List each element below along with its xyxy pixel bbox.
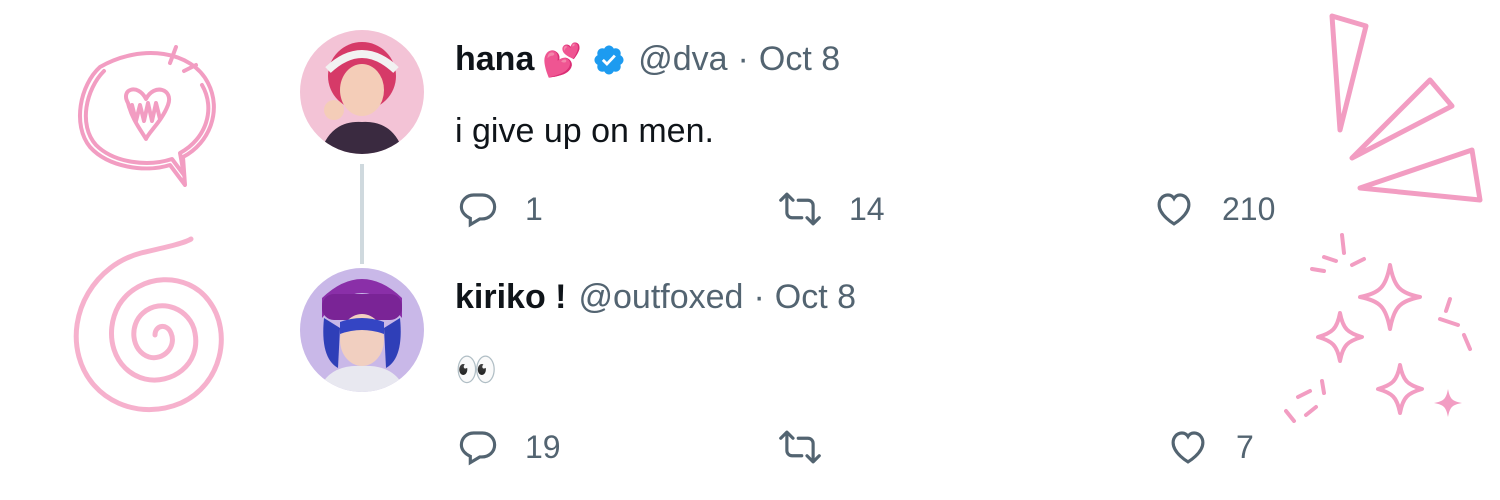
tweet-text: i give up on men.	[455, 112, 714, 150]
like-button[interactable]: 7	[1166, 426, 1254, 468]
emphasis-lines-doodle	[1329, 13, 1483, 203]
tweet-2[interactable]: kiriko ! @outfoxed · Oct 8 👀 19 7	[300, 268, 1300, 478]
like-icon	[1171, 431, 1205, 464]
timestamp[interactable]: Oct 8	[775, 278, 856, 317]
separator-dot: ·	[753, 278, 765, 316]
name-emoji: 💕	[542, 41, 583, 78]
retweet-icon	[779, 192, 821, 226]
avatar-kiriko[interactable]	[300, 268, 424, 392]
reply-count: 19	[525, 428, 561, 465]
retweet-icon	[779, 430, 821, 464]
heart-speech-bubble-doodle	[77, 45, 216, 187]
spiral-doodle	[73, 236, 224, 413]
retweet-count: 14	[849, 190, 885, 227]
handle[interactable]: @dva	[638, 40, 727, 79]
avatar-hana[interactable]	[300, 30, 424, 154]
display-name[interactable]: kiriko !	[455, 278, 566, 317]
like-count: 7	[1236, 428, 1254, 465]
reply-icon	[459, 431, 497, 466]
tweet-header: hana 💕 @dva · Oct 8	[455, 40, 840, 79]
like-count: 210	[1222, 190, 1276, 227]
retweet-button[interactable]: 14	[777, 188, 885, 230]
like-icon	[1157, 193, 1191, 226]
reply-button[interactable]: 19	[457, 426, 561, 468]
handle[interactable]: @outfoxed	[578, 278, 743, 317]
tweet-header: kiriko ! @outfoxed · Oct 8	[455, 278, 856, 317]
reply-button[interactable]: 1	[457, 188, 543, 230]
separator-dot: ·	[737, 40, 749, 78]
like-button[interactable]: 210	[1152, 188, 1275, 230]
display-name[interactable]: hana	[455, 40, 534, 79]
tweet-text: 👀	[455, 351, 498, 389]
reply-count: 1	[525, 190, 543, 227]
retweet-button[interactable]	[777, 426, 849, 468]
reply-icon	[459, 193, 497, 228]
verified-badge-icon	[592, 43, 626, 77]
sparkles-doodle	[1284, 233, 1472, 423]
timestamp[interactable]: Oct 8	[759, 40, 840, 79]
tweet-1[interactable]: hana 💕 @dva · Oct 8 i give up on men. 1 …	[300, 30, 1300, 230]
